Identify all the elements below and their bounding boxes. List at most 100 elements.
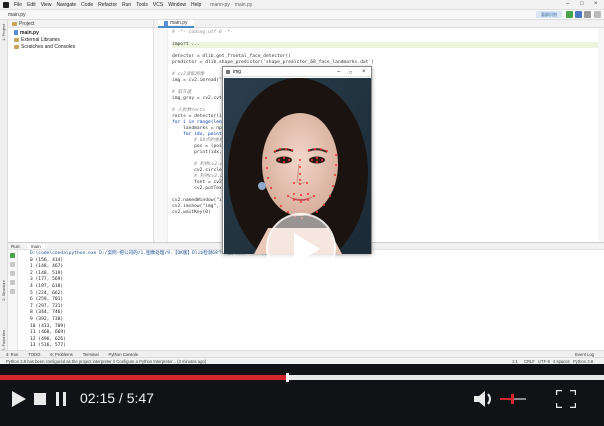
status-position[interactable]: 1:1	[512, 359, 518, 364]
image-window-minimize-icon[interactable]: –	[337, 69, 340, 75]
bottom-tool-tabs: 4: Run TODO 6: Problems Terminal Python …	[0, 350, 604, 357]
volume-handle[interactable]	[511, 394, 514, 404]
status-bar: Python 3.8 has been configured as the pr…	[0, 357, 604, 364]
bottom-tab-python-console[interactable]: Python Console	[109, 352, 139, 357]
scroll-to-end-icon[interactable]	[10, 271, 15, 276]
status-interpreter[interactable]: Python 3.8	[573, 359, 593, 364]
python-file-icon	[14, 30, 18, 36]
console-line: 13 (516, 577)	[30, 343, 66, 349]
side-tab-structure[interactable]: 2: Structure	[1, 280, 6, 301]
python-file-icon	[164, 20, 168, 26]
project-panel: Project main.py External Libraries Scrat…	[8, 20, 154, 242]
stop-icon[interactable]	[584, 11, 591, 18]
side-tab-favorites[interactable]: 2: Favorites	[1, 330, 6, 351]
menu-run[interactable]: Run	[122, 2, 131, 8]
side-tab-project[interactable]: 1: Project	[1, 24, 6, 41]
status-indent[interactable]: 4 spaces	[553, 359, 570, 364]
rerun-icon[interactable]	[10, 253, 15, 258]
stop-run-icon[interactable]	[10, 262, 15, 267]
maximize-icon[interactable]: □	[580, 1, 584, 7]
tree-item-main[interactable]: main.py	[14, 30, 153, 37]
pause-icon[interactable]	[56, 392, 66, 406]
search-icon[interactable]	[594, 11, 601, 18]
tree-item-external-libraries[interactable]: External Libraries	[14, 37, 153, 44]
console-line: 10 (433, 709)	[30, 323, 66, 329]
menu-refactor[interactable]: Refactor	[98, 2, 117, 8]
image-window-close-icon[interactable]: ×	[362, 69, 366, 75]
progress-played	[0, 375, 288, 380]
status-message[interactable]: Python 3.8 has been configured as the pr…	[6, 359, 206, 364]
play-icon[interactable]	[12, 391, 26, 407]
fullscreen-icon[interactable]	[556, 390, 576, 408]
window-app-icon	[226, 69, 230, 74]
menu-help[interactable]: Help	[191, 2, 201, 8]
tab-label: main.py	[170, 20, 188, 26]
editor-scrollbar[interactable]	[598, 28, 604, 242]
breadcrumb[interactable]: main.py	[8, 12, 26, 18]
progress-bar[interactable]	[0, 373, 604, 382]
editor-gutter	[154, 28, 168, 242]
tree-item-scratches[interactable]: Scratches and Consoles	[14, 44, 153, 51]
progress-handle[interactable]	[286, 373, 290, 382]
run-config-selector[interactable]: 面部识别	[536, 11, 562, 18]
menu-bar: File Edit View Navigate Code Refactor Ru…	[0, 0, 604, 10]
menu-window[interactable]: Window	[168, 2, 186, 8]
menu-code[interactable]: Code	[81, 2, 93, 8]
status-line-ending[interactable]: CRLF	[524, 359, 535, 364]
bottom-tab-run[interactable]: 4: Run	[6, 352, 18, 357]
bottom-tab-todo[interactable]: TODO	[28, 352, 40, 357]
menu-view[interactable]: View	[41, 2, 52, 8]
pycharm-logo-icon	[3, 1, 9, 8]
image-window-maximize-icon[interactable]: □	[349, 70, 352, 76]
library-icon	[14, 37, 19, 42]
console-line: 7 (297, 731)	[30, 303, 64, 309]
volume-slider[interactable]	[500, 394, 526, 404]
close-icon[interactable]: ×	[594, 1, 598, 7]
current-time: 02:15	[80, 390, 116, 406]
run-label: Run:	[11, 243, 21, 249]
run-icon[interactable]	[566, 11, 573, 18]
console-line: 12 (496, 626)	[30, 336, 66, 342]
project-panel-title: Project	[19, 20, 35, 27]
event-log-tab[interactable]: Event Log	[575, 352, 594, 357]
stop-icon[interactable]	[34, 393, 46, 405]
total-time: 5:47	[126, 390, 154, 406]
console-line: 8 (344, 746)	[30, 310, 64, 316]
console-line: 5 (224, 662)	[30, 290, 64, 296]
minimize-icon[interactable]: –	[566, 1, 569, 7]
tree-item-label: main.py	[20, 30, 39, 36]
trash-icon[interactable]	[10, 289, 15, 294]
title-project: mann-py	[210, 1, 230, 8]
console-line: 4 (197, 618)	[30, 283, 64, 289]
image-window-title: img	[233, 68, 242, 75]
menu-navigate[interactable]: Navigate	[56, 2, 76, 8]
project-panel-header[interactable]: Project	[8, 20, 153, 28]
run-config-tab[interactable]: main	[26, 243, 45, 249]
video-player-controls: 02:15 / 5:47	[0, 364, 604, 426]
scratches-icon	[14, 44, 19, 49]
menu-edit[interactable]: Edit	[27, 2, 36, 8]
print-icon[interactable]	[10, 280, 15, 285]
video-play-overlay-button[interactable]	[266, 213, 336, 283]
status-encoding[interactable]: UTF-8	[538, 359, 550, 364]
playback-time: 02:15 / 5:47	[80, 390, 154, 406]
folder-icon	[12, 21, 17, 26]
bottom-tab-problems[interactable]: 6: Problems	[50, 352, 72, 357]
bottom-tab-terminal[interactable]: Terminal	[83, 352, 99, 357]
menu-vcs[interactable]: VCS	[153, 2, 163, 8]
tab-main-py[interactable]: main.py	[158, 20, 194, 28]
left-tool-strip: 1: Project 2: Structure 2: Favorites	[0, 20, 8, 360]
console-line: 11 (468, 669)	[30, 330, 66, 336]
debug-icon[interactable]	[575, 11, 582, 18]
menu-file[interactable]: File	[14, 2, 22, 8]
console-line: 9 (392, 738)	[30, 316, 64, 322]
time-separator: /	[115, 390, 127, 406]
title-file: main.py	[234, 1, 253, 8]
console-line: 6 (259, 701)	[30, 297, 64, 303]
volume-icon[interactable]	[474, 390, 498, 408]
tree-item-label: External Libraries	[21, 37, 60, 43]
navigation-bar: main.py	[0, 10, 604, 20]
editor-tab-bar: main.py	[154, 20, 604, 28]
menu-tools[interactable]: Tools	[136, 2, 148, 8]
run-toolbar	[8, 250, 18, 350]
